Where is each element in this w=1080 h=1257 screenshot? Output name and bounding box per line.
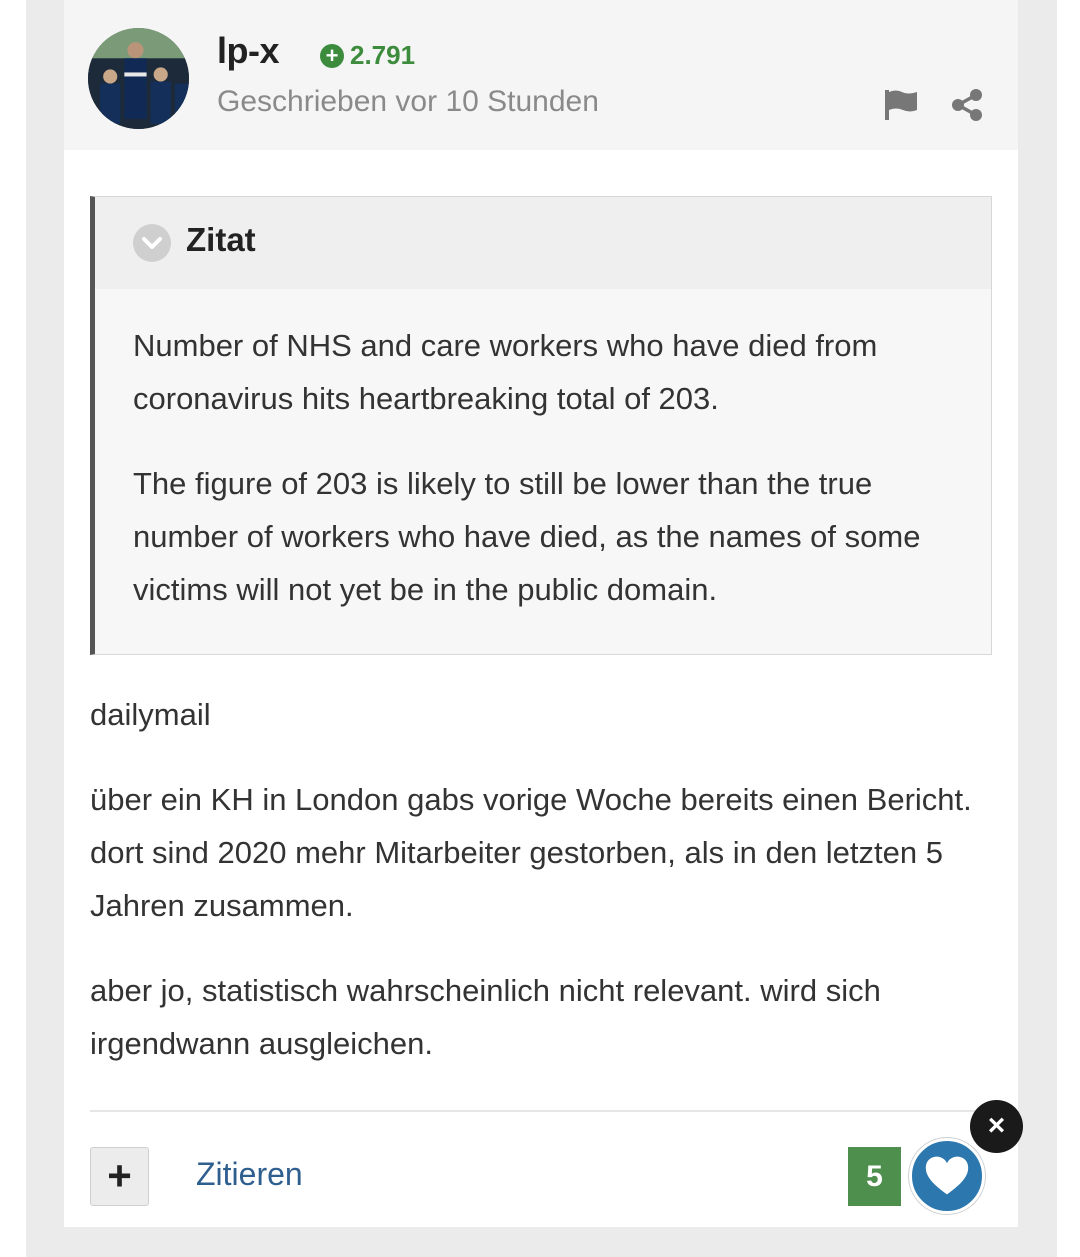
share-icon [952,89,982,121]
quote-title: Zitat [186,221,256,258]
author-name[interactable]: lp-x [217,30,280,72]
quote-header[interactable]: Zitat [95,197,991,289]
like-count-badge[interactable]: 5 [848,1147,901,1206]
quote-content: Number of NHS and care workers who have … [95,289,991,616]
quote-block: Zitat Number of NHS and care workers who… [90,196,992,655]
multiquote-add-button[interactable]: + [90,1147,149,1206]
report-button[interactable] [884,88,920,120]
post-paragraph: aber jo, statistisch wahrscheinlich nich… [90,973,881,1061]
post-timestamp[interactable]: Geschrieben vor 10 Stunden [217,85,599,119]
post-paragraph: über ein KH in London gabs vorige Woche … [90,782,972,923]
close-icon[interactable]: × [970,1100,1023,1153]
reputation-value: 2.791 [350,40,416,70]
post-content: dailymail über ein KH in London gabs vor… [90,688,990,1070]
quote-paragraph: Number of NHS and care workers who have … [133,328,878,416]
post-card: lp-x + 2.791 Geschrieben vor 10 Stunden [64,0,1018,1227]
post-header: lp-x + 2.791 Geschrieben vor 10 Stunden [64,0,1018,150]
avatar-photo [88,28,189,129]
heart-icon [925,1156,969,1195]
footer-divider [90,1110,990,1112]
quote-reply-link[interactable]: Zitieren [196,1156,303,1193]
like-button[interactable] [909,1138,985,1214]
post-paragraph: dailymail [90,697,211,732]
plus-circle-icon: + [320,43,344,68]
author-avatar[interactable] [88,28,189,129]
flag-icon [885,90,917,120]
quote-paragraph: The figure of 203 is likely to still be … [133,466,921,607]
chevron-down-icon[interactable] [133,224,171,262]
reputation-badge[interactable]: + 2.791 [320,40,415,71]
share-button[interactable] [950,88,984,122]
